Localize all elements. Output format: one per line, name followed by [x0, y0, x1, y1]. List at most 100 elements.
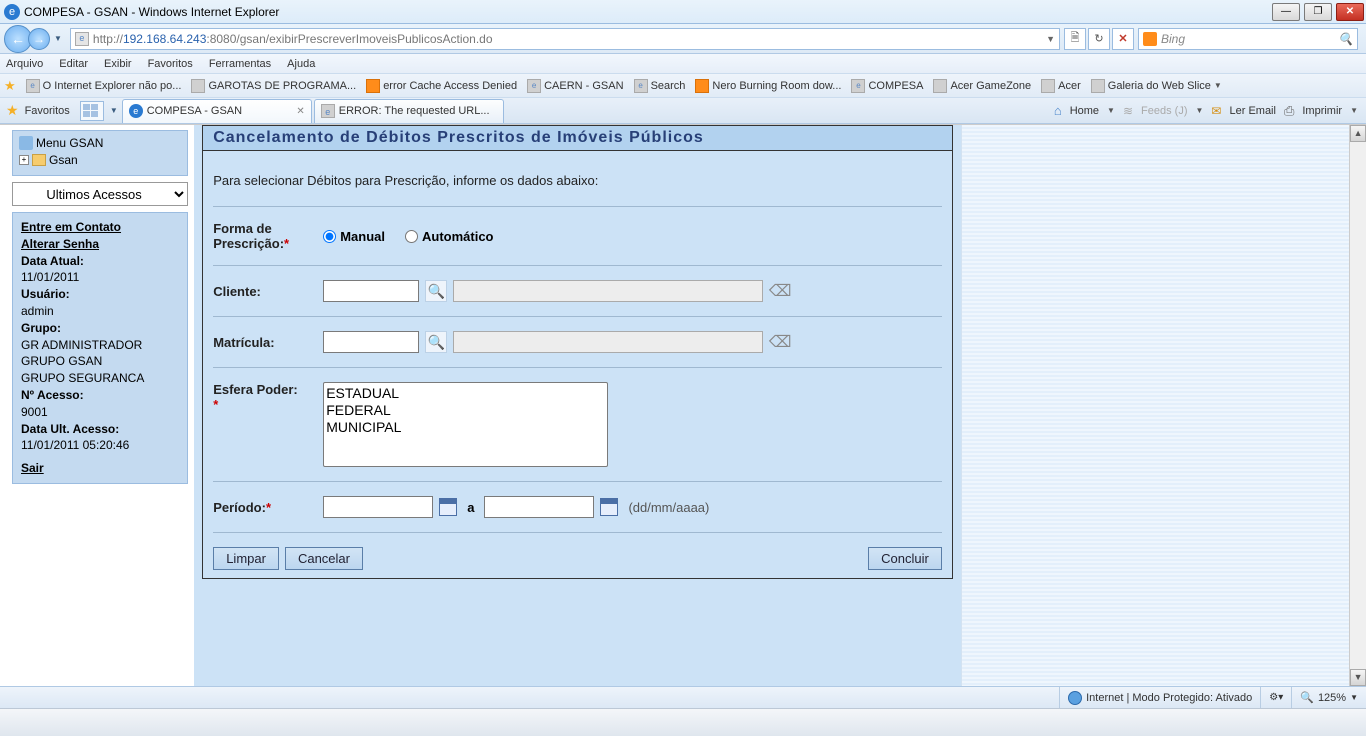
- mail-icon[interactable]: ✉: [1211, 104, 1221, 118]
- divider: [213, 532, 942, 533]
- bookmark-item[interactable]: error Cache Access Denied: [366, 79, 517, 93]
- menu-exibir[interactable]: Exibir: [104, 58, 132, 70]
- minimize-button[interactable]: —: [1272, 3, 1300, 21]
- favorites-label[interactable]: Favoritos: [25, 105, 70, 117]
- menu-favoritos[interactable]: Favoritos: [148, 58, 193, 70]
- cliente-code-input[interactable]: [323, 280, 419, 302]
- scroll-down-icon[interactable]: ▼: [1350, 669, 1366, 686]
- radio-manual[interactable]: Manual: [323, 229, 385, 244]
- home-icon[interactable]: ⌂: [1054, 103, 1062, 118]
- bookmark-item[interactable]: eCAERN - GSAN: [527, 79, 623, 93]
- printer-icon[interactable]: ⎙: [1284, 103, 1294, 119]
- contact-link[interactable]: Entre em Contato: [21, 219, 179, 236]
- panel-body: Para selecionar Débitos para Prescrição,…: [202, 151, 953, 579]
- chevron-down-icon[interactable]: ▼: [1107, 106, 1115, 115]
- vertical-scrollbar[interactable]: ▲ ▼: [1349, 125, 1366, 686]
- bookmark-item[interactable]: Nero Burning Room dow...: [695, 79, 841, 93]
- bookmarks-toolbar: ★ eO Internet Explorer não po... GAROTAS…: [0, 74, 1366, 98]
- protected-mode-toggle[interactable]: ⚙▾: [1260, 687, 1291, 708]
- tree-item-menu-gsan[interactable]: Menu GSAN: [19, 136, 181, 150]
- tab-close-icon[interactable]: ✕: [296, 106, 304, 117]
- bookmark-item[interactable]: eO Internet Explorer não po...: [26, 79, 182, 93]
- bookmark-item[interactable]: Acer GameZone: [933, 79, 1031, 93]
- calendar-icon[interactable]: [439, 498, 457, 516]
- print-label[interactable]: Imprimir: [1302, 105, 1342, 117]
- tab-favicon-icon: e: [129, 104, 143, 118]
- favorites-star-icon[interactable]: ★: [6, 102, 19, 119]
- quick-tabs-button[interactable]: [80, 101, 104, 121]
- limpar-button[interactable]: Limpar: [213, 547, 279, 570]
- radio-automatico-input[interactable]: [405, 230, 418, 243]
- scroll-track[interactable]: [1350, 142, 1366, 669]
- compat-view-button[interactable]: 🗎: [1064, 28, 1086, 50]
- bookmark-item[interactable]: GAROTAS DE PROGRAMA...: [191, 79, 356, 93]
- bookmark-label: COMPESA: [868, 80, 923, 92]
- bookmark-item[interactable]: eCOMPESA: [851, 79, 923, 93]
- stop-button[interactable]: ✕: [1112, 28, 1134, 50]
- menu-arquivo[interactable]: Arquivo: [6, 58, 43, 70]
- logout-link[interactable]: Sair: [21, 460, 179, 477]
- periodo-end-input[interactable]: [484, 496, 594, 518]
- menu-editar[interactable]: Editar: [59, 58, 88, 70]
- favicon-icon: e: [26, 79, 40, 93]
- search-box[interactable]: Bing 🔍: [1138, 28, 1358, 50]
- cliente-clear-icon[interactable]: [769, 280, 791, 302]
- radio-automatico[interactable]: Automático: [405, 229, 494, 244]
- menu-ajuda[interactable]: Ajuda: [287, 58, 315, 70]
- close-button[interactable]: ✕: [1336, 3, 1364, 21]
- group-label: Grupo:: [21, 320, 179, 337]
- matricula-search-icon[interactable]: [425, 331, 447, 353]
- chevron-down-icon[interactable]: ▼: [1350, 693, 1358, 702]
- bookmark-item[interactable]: Acer: [1041, 79, 1081, 93]
- maximize-button[interactable]: ❐: [1304, 3, 1332, 21]
- divider: [213, 367, 942, 368]
- forward-button[interactable]: →: [28, 28, 50, 50]
- bookmark-label: Galeria do Web Slice: [1108, 80, 1211, 92]
- read-mail-label[interactable]: Ler Email: [1229, 105, 1275, 117]
- scroll-up-icon[interactable]: ▲: [1350, 125, 1366, 142]
- tab-error[interactable]: e ERROR: The requested URL...: [314, 99, 504, 123]
- matricula-code-input[interactable]: [323, 331, 419, 353]
- search-icon[interactable]: 🔍: [1338, 32, 1353, 46]
- chevron-down-icon[interactable]: ▼: [1196, 106, 1204, 115]
- bookmark-label: GAROTAS DE PROGRAMA...: [208, 80, 356, 92]
- refresh-button[interactable]: ↻: [1088, 28, 1110, 50]
- home-label[interactable]: Home: [1070, 105, 1099, 117]
- expand-icon[interactable]: +: [19, 155, 29, 165]
- address-bar[interactable]: e http://192.168.64.243:8080/gsan/exibir…: [70, 28, 1060, 50]
- radio-manual-input[interactable]: [323, 230, 336, 243]
- tab-compesa[interactable]: e COMPESA - GSAN ✕: [122, 99, 312, 123]
- chevron-down-icon[interactable]: ▼: [1350, 106, 1358, 115]
- cliente-search-icon[interactable]: [425, 280, 447, 302]
- add-favorite-icon[interactable]: ★: [4, 78, 16, 94]
- menu-ferramentas[interactable]: Ferramentas: [209, 58, 271, 70]
- periodo-start-input[interactable]: [323, 496, 433, 518]
- security-zone[interactable]: Internet | Modo Protegido: Ativado: [1059, 687, 1260, 708]
- forma-label: Forma de Prescrição:*: [213, 221, 323, 251]
- command-bar: ⌂Home▼ ≋Feeds (J)▼ ✉Ler Email ⎙Imprimir▼: [1054, 103, 1366, 119]
- favicon-icon: [933, 79, 947, 93]
- tree-item-gsan[interactable]: +Gsan: [19, 153, 181, 167]
- tabs-dropdown[interactable]: ▼: [110, 106, 118, 115]
- favicon-icon: [1041, 79, 1055, 93]
- group-value-1: GR ADMINISTRADOR: [21, 337, 179, 354]
- group-value-2: GRUPO GSAN: [21, 353, 179, 370]
- zoom-control[interactable]: 🔍 125% ▼: [1291, 687, 1366, 708]
- last-access-select[interactable]: Ultimos Acessos: [12, 182, 188, 206]
- change-password-link[interactable]: Alterar Senha: [21, 236, 179, 253]
- row-periodo: Período:* a (dd/mm/aaaa): [213, 486, 942, 528]
- feeds-icon: ≋: [1123, 104, 1133, 118]
- bookmark-item[interactable]: Galeria do Web Slice▼: [1091, 79, 1222, 93]
- periodo-separator: a: [467, 500, 474, 515]
- cancelar-button[interactable]: Cancelar: [285, 547, 363, 570]
- matricula-clear-icon[interactable]: [769, 331, 791, 353]
- esfera-poder-select[interactable]: ESTADUAL FEDERAL MUNICIPAL: [323, 382, 608, 467]
- url-dropdown-icon[interactable]: ▼: [1046, 34, 1055, 44]
- bookmark-item[interactable]: eSearch: [634, 79, 686, 93]
- history-dropdown[interactable]: ▼: [54, 34, 62, 43]
- calendar-icon[interactable]: [600, 498, 618, 516]
- concluir-button[interactable]: Concluir: [868, 547, 942, 570]
- cliente-desc-display: [453, 280, 763, 302]
- menu-bar: Arquivo Editar Exibir Favoritos Ferramen…: [0, 54, 1366, 74]
- last-access-label: Data Ult. Acesso:: [21, 421, 179, 438]
